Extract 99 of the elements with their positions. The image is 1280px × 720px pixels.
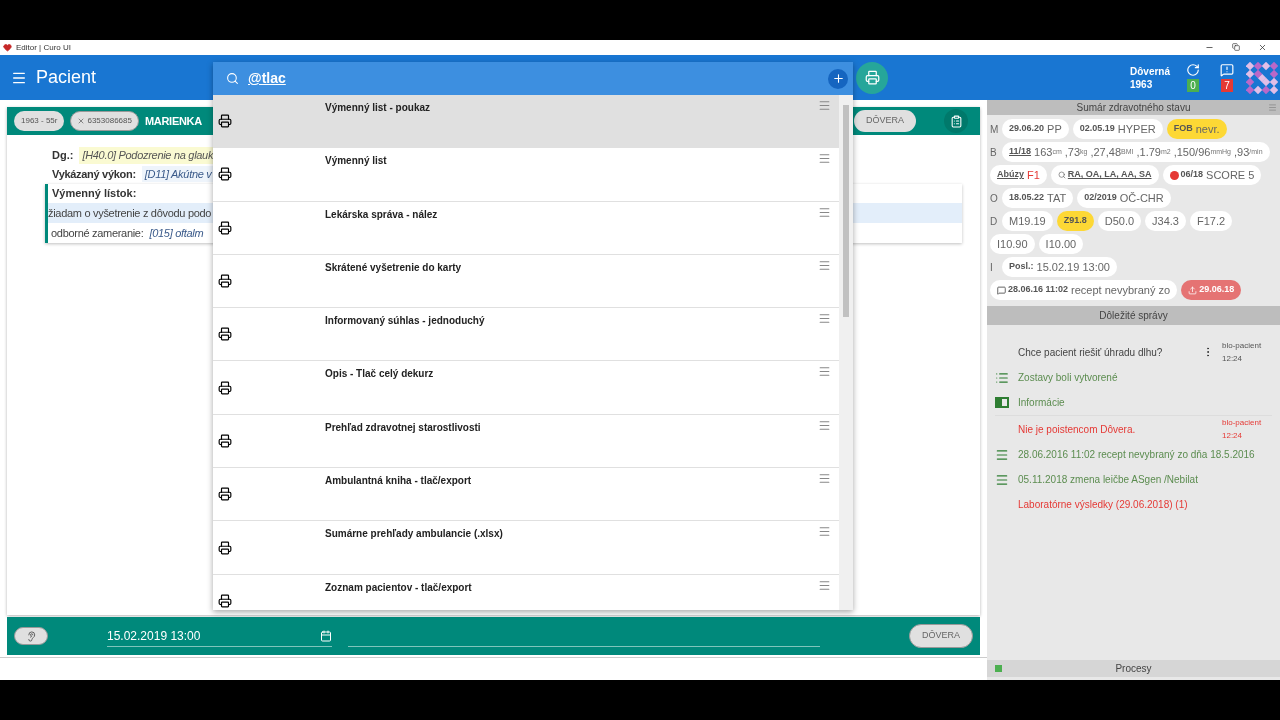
drag-handle-icon[interactable]	[818, 525, 831, 539]
summary-chip[interactable]: 06/18 SCORE 5	[1162, 165, 1262, 185]
summary-chip[interactable]: J34.3	[1145, 211, 1186, 231]
specialty-label: odborné zameranie:	[51, 225, 144, 241]
date-field[interactable]: 15.02.2019 13:00	[107, 625, 332, 647]
row-label: M	[990, 122, 998, 137]
print-button[interactable]	[856, 61, 888, 94]
row-label: I	[990, 260, 994, 275]
summary-chip[interactable]: Posl.: 15.02.19 13:00	[1002, 257, 1117, 277]
messages-title: Dôležité správy	[1099, 309, 1168, 323]
upload-icon	[1188, 285, 1198, 295]
message-icon[interactable]	[1220, 63, 1234, 77]
printer-icon	[218, 167, 232, 182]
app-logo-icon	[3, 43, 12, 52]
card-icon	[995, 397, 1009, 408]
message-time: 12:24	[1222, 430, 1244, 442]
summary-chip[interactable]: 29.06.20 PP	[1002, 119, 1069, 139]
referral-text: žiadam o vyšetrenie z dôvodu podo	[48, 205, 212, 221]
hearing-button[interactable]	[14, 627, 48, 645]
row-label: B	[990, 145, 998, 160]
search-icon	[1057, 171, 1066, 179]
procedure-label: Vykázaný výkon:	[52, 166, 136, 182]
message-source: blo-pacient	[1222, 340, 1263, 352]
drag-handle-icon[interactable]	[818, 418, 831, 432]
drag-handle-icon[interactable]	[818, 365, 831, 379]
restore-icon[interactable]	[1232, 43, 1240, 51]
logo-icon	[1246, 61, 1278, 94]
processes-title: Procesy	[1114, 662, 1153, 676]
close-icon[interactable]	[1258, 43, 1267, 52]
summary-chip[interactable]: FOB nevr.	[1166, 119, 1227, 139]
row-label: O	[990, 191, 998, 206]
lines-icon	[995, 472, 1009, 487]
scrollbar[interactable]	[839, 95, 853, 610]
id-chip[interactable]: 6353086685	[70, 111, 139, 131]
summary-chip[interactable]: Z91.8	[1056, 211, 1094, 231]
insurer-button[interactable]: DÔVERA	[854, 110, 916, 132]
search-icon	[226, 72, 239, 85]
message-text[interactable]: Chce pacient riešiť úhradu dlhu?	[1018, 344, 1202, 360]
drag-handle-icon[interactable]	[818, 99, 831, 112]
clipboard-icon	[949, 114, 963, 128]
summary-chip[interactable]: RA, OA, LA, AA, SA	[1050, 165, 1159, 185]
calendar-icon[interactable]	[320, 629, 332, 642]
row-label: D	[990, 214, 998, 229]
summary-chip[interactable]: Abúzy F1	[990, 165, 1047, 185]
summary-chip[interactable]: 28.06.16 11:02 recept nevybraný zo	[990, 280, 1178, 300]
procedure-value: [D11] Akútne v	[141, 165, 215, 183]
add-button[interactable]	[828, 68, 848, 89]
diagnosis-label: Dg.:	[52, 148, 74, 164]
list-icon	[995, 370, 1009, 385]
clipboard-button[interactable]	[944, 109, 968, 133]
sync-icon[interactable]	[1186, 63, 1200, 77]
drag-handle-icon[interactable]	[818, 312, 831, 326]
page-title: Pacient	[36, 66, 97, 89]
referral-title: Výmenný lístok:	[52, 186, 137, 202]
printer-icon	[218, 540, 232, 555]
summary-chip[interactable]: D50.0	[1097, 211, 1142, 231]
message-time: 12:24	[1222, 353, 1244, 365]
drag-handle-icon[interactable]	[818, 152, 831, 166]
printer-icon	[218, 593, 232, 608]
processes-bar[interactable]: Procesy	[987, 660, 1280, 677]
printer-icon	[218, 220, 232, 235]
comment-icon	[997, 285, 1006, 295]
window-title: Editor | Curo UI	[16, 41, 71, 54]
lines-icon	[995, 447, 1009, 462]
sync-count-badge: 0	[1187, 79, 1199, 92]
summary-chip[interactable]: F17.2	[1190, 211, 1233, 231]
print-menu-item[interactable]: Výmenný list - poukaz	[213, 95, 839, 149]
ear-icon	[25, 630, 37, 642]
summary-title: Sumár zdravotného stavu	[1076, 101, 1191, 115]
summary-chip[interactable]: M19.19	[1002, 211, 1053, 231]
message-text[interactable]: Laboratórne výsledky (29.06.2018) (1)	[1018, 497, 1272, 512]
message-text[interactable]: Nie je poistencom Dôvera.	[1018, 421, 1222, 437]
summary-chip[interactable]: I10.00	[1038, 234, 1084, 254]
patient-name: MARIENKA	[144, 113, 202, 129]
drag-handle-icon[interactable]	[818, 578, 831, 592]
drag-handle-icon[interactable]	[818, 258, 831, 272]
insurer-button[interactable]: DÔVERA	[909, 624, 973, 648]
summary-chip[interactable]: I10.90	[990, 234, 1035, 254]
summary-chip[interactable]: 18.05.22 TAT	[1002, 188, 1074, 208]
drag-handle-icon[interactable]	[818, 472, 831, 486]
message-count-badge: 7	[1221, 79, 1233, 92]
close-icon[interactable]	[77, 117, 86, 125]
patient-year: 1963	[1130, 77, 1154, 91]
printer-icon	[218, 433, 232, 448]
age-chip: 1963 - 55r	[14, 111, 65, 131]
printer-icon	[218, 327, 232, 342]
summary-chip[interactable]: 02/2019 OČ-CHR	[1077, 188, 1171, 208]
summary-chip[interactable]: 02.05.19 HYPER	[1072, 119, 1163, 139]
status-square-icon	[995, 665, 1002, 672]
drag-handle-icon[interactable]	[818, 205, 831, 219]
specialty-value: [015] oftalm	[149, 225, 204, 241]
printer-icon	[218, 274, 232, 289]
printer-icon	[218, 114, 232, 129]
insurer-name: Dôverná	[1130, 64, 1170, 78]
message-source: blo-pacient	[1222, 417, 1263, 429]
printer-icon	[218, 380, 232, 395]
plus-icon	[831, 72, 845, 85]
printer-icon	[864, 70, 880, 85]
printer-icon	[218, 487, 232, 502]
